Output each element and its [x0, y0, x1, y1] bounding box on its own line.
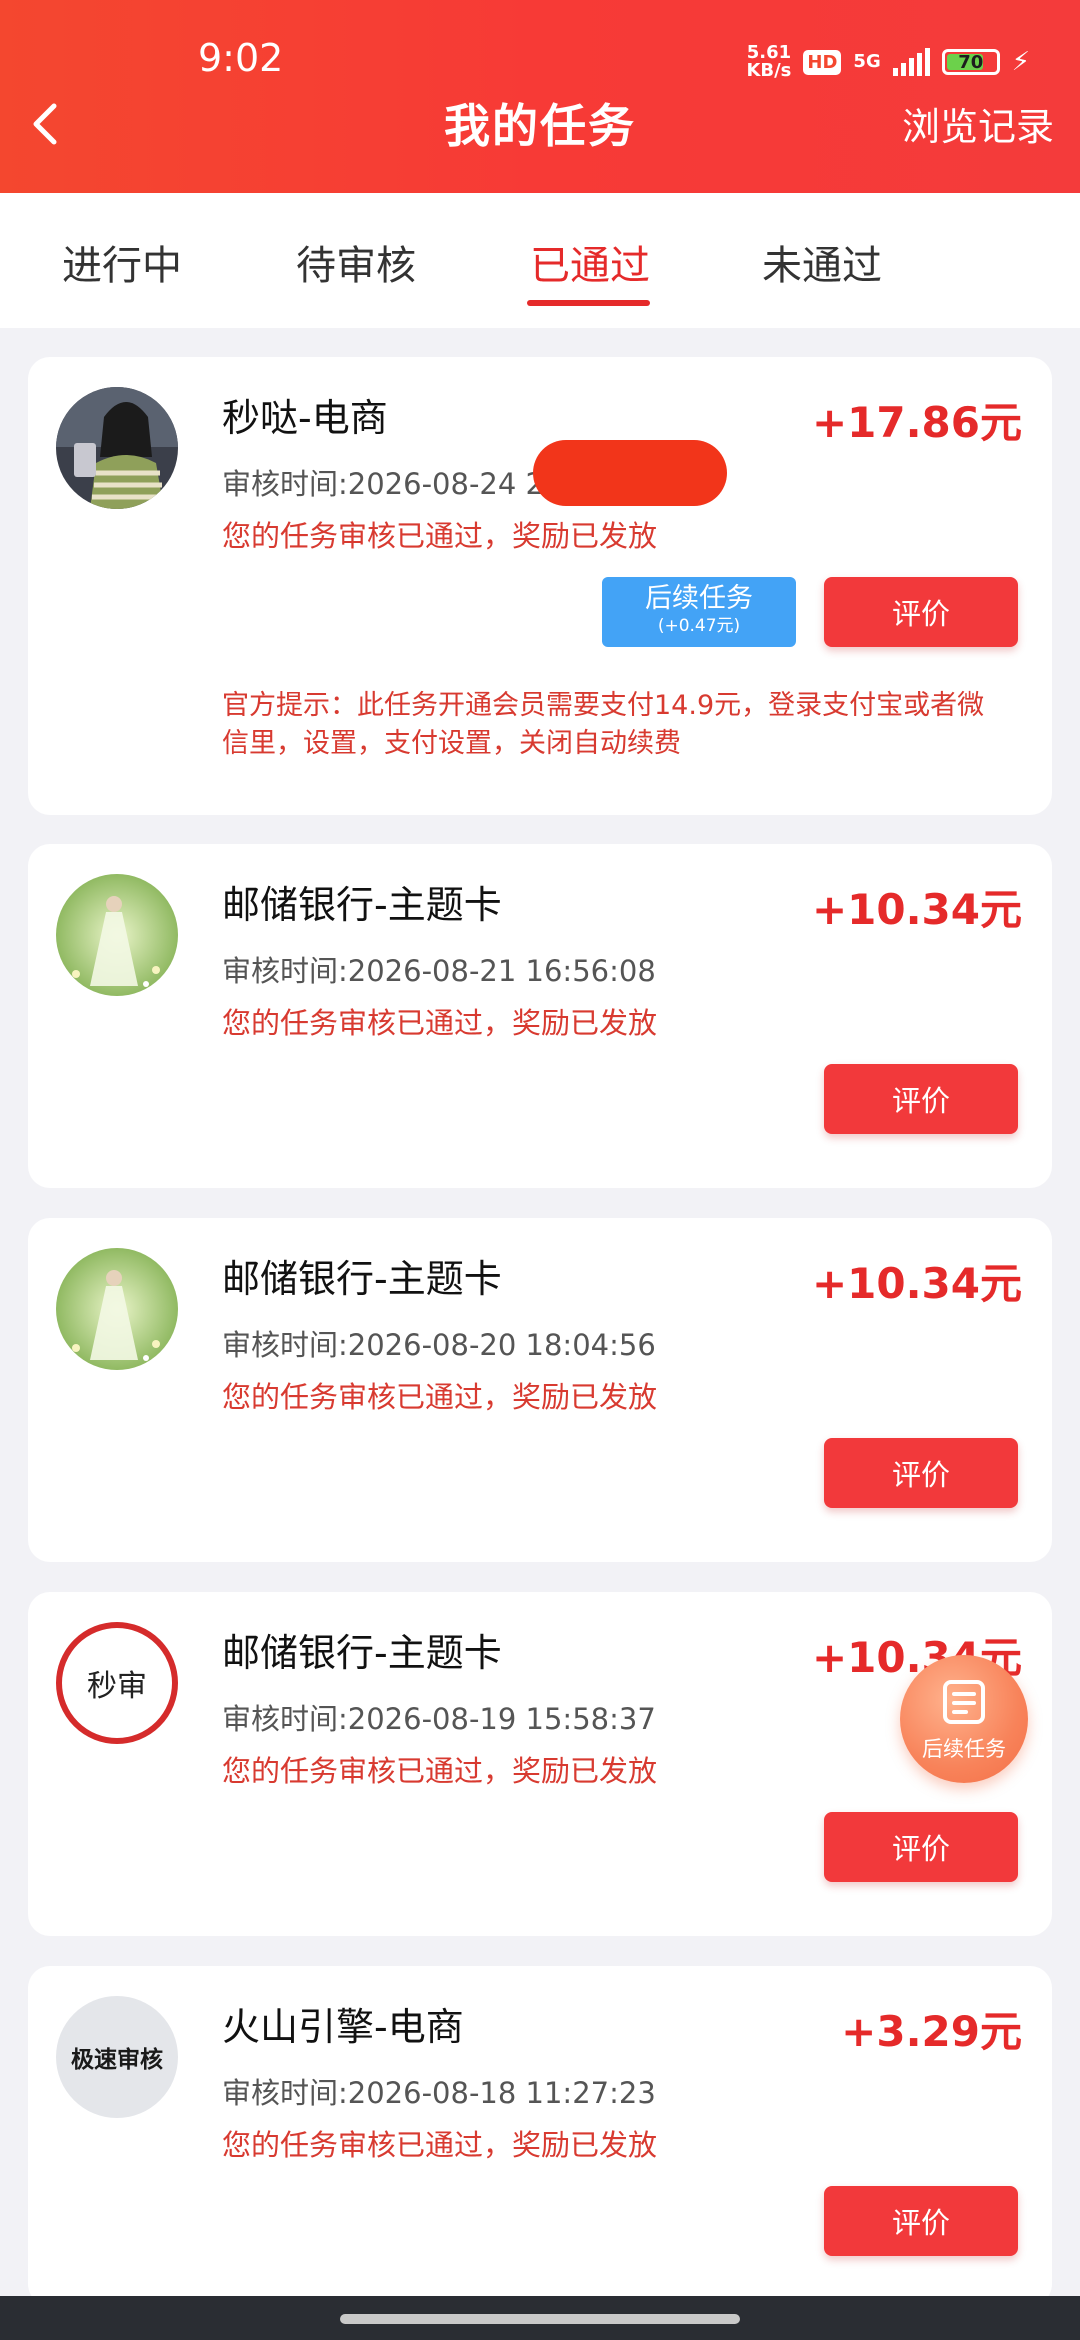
task-card[interactable]: 极速审核 火山引擎-电商 +3.29元 审核时间:2026-08-18 11:2… [28, 1966, 1052, 2306]
hd-icon: HD [803, 49, 842, 75]
task-title: 邮储银行-主题卡 [222, 883, 502, 927]
status-time: 9:02 [198, 36, 284, 80]
official-hint: 官方提示：此任务开通会员需要支付14.9元，登录支付宝或者微信里，设置，支付设置… [222, 690, 985, 759]
task-reward: +10.34元 [811, 1259, 1022, 1308]
tab-rejected[interactable]: 未通过 [762, 233, 882, 291]
review-time: 审核时间:2026-08-19 15:58:37 [222, 1702, 656, 1736]
avatar: 秒审 [56, 1622, 178, 1744]
review-time: 审核时间:2026-08-21 16:56:08 [222, 954, 656, 988]
battery-icon: 70 [941, 49, 1000, 75]
tab-in-progress[interactable]: 进行中 [62, 233, 182, 291]
evaluate-button[interactable]: 评价 [824, 2186, 1018, 2256]
status-icons: 5.61 KB/s HD 5G 70 ⚡ [746, 44, 1030, 80]
avatar-text: 秒审 [87, 1669, 147, 1704]
task-title: 火山引擎-电商 [222, 2005, 464, 2049]
avatar: 极速审核 [56, 1996, 178, 2118]
task-reward: +17.86元 [811, 398, 1022, 447]
review-status: 您的任务审核已通过，奖励已发放 [222, 2128, 658, 2162]
evaluate-button[interactable]: 评价 [824, 1438, 1018, 1508]
follow-up-label: 后续任务 [645, 583, 753, 614]
avatar [56, 874, 178, 996]
floating-follow-up-button[interactable]: 后续任务 [900, 1655, 1028, 1783]
task-card[interactable]: 邮储银行-主题卡 +10.34元 审核时间:2026-08-20 18:04:5… [28, 1218, 1052, 1562]
review-status: 您的任务审核已通过，奖励已发放 [222, 519, 658, 553]
review-status: 您的任务审核已通过，奖励已发放 [222, 1380, 658, 1414]
tab-bar: 进行中 待审核 已通过 未通过 [0, 193, 1080, 328]
evaluate-button[interactable]: 评价 [824, 1064, 1018, 1134]
task-reward: +3.29元 [841, 2007, 1022, 2056]
avatar-text: 极速审核 [71, 2047, 163, 2073]
active-tab-indicator [527, 300, 650, 306]
redaction-mark [533, 440, 727, 506]
task-title: 邮储银行-主题卡 [222, 1631, 502, 1675]
review-status: 您的任务审核已通过，奖励已发放 [222, 1754, 658, 1788]
evaluate-button[interactable]: 评价 [824, 577, 1018, 647]
task-card[interactable]: 邮储银行-主题卡 +10.34元 审核时间:2026-08-21 16:56:0… [28, 844, 1052, 1188]
net-speed-unit: KB/s [746, 60, 792, 81]
tab-pending-review[interactable]: 待审核 [296, 233, 416, 291]
tab-approved[interactable]: 已通过 [530, 233, 650, 291]
home-indicator[interactable] [340, 2314, 740, 2324]
browse-history-link[interactable]: 浏览记录 [902, 96, 1054, 151]
review-time: 审核时间:2026-08-20 18:04:56 [222, 1328, 656, 1362]
follow-up-task-button[interactable]: 后续任务 (+0.47元) [602, 577, 796, 647]
avatar [56, 1248, 178, 1370]
task-card[interactable]: 秒审 邮储银行-主题卡 +10.34元 审核时间:2026-08-19 15:5… [28, 1592, 1052, 1936]
review-time: 审核时间:2026-08-24 2 [222, 467, 544, 501]
review-status: 您的任务审核已通过，奖励已发放 [222, 1006, 658, 1040]
battery-level: 70 [958, 51, 984, 73]
review-time: 审核时间:2026-08-18 11:27:23 [222, 2076, 656, 2110]
avatar [56, 387, 178, 509]
evaluate-button[interactable]: 评价 [824, 1812, 1018, 1882]
task-card[interactable]: 秒哒-电商 +17.86元 审核时间:2026-08-24 2 您的任务审核已通… [28, 357, 1052, 815]
task-title: 邮储银行-主题卡 [222, 1257, 502, 1301]
charging-icon: ⚡ [1011, 47, 1030, 77]
network-type: 5G [853, 51, 881, 72]
header: 9:02 5.61 KB/s HD 5G 70 ⚡ 我的任务 浏览记录 [0, 0, 1080, 193]
task-reward: +10.34元 [811, 885, 1022, 934]
net-speed: 5.61 KB/s [746, 44, 791, 80]
task-title: 秒哒-电商 [222, 396, 388, 440]
floating-button-label: 后续任务 [922, 1737, 1006, 1761]
follow-up-bonus: (+0.47元) [657, 616, 741, 636]
signal-icon [892, 48, 930, 76]
task-list-icon [943, 1680, 985, 1724]
